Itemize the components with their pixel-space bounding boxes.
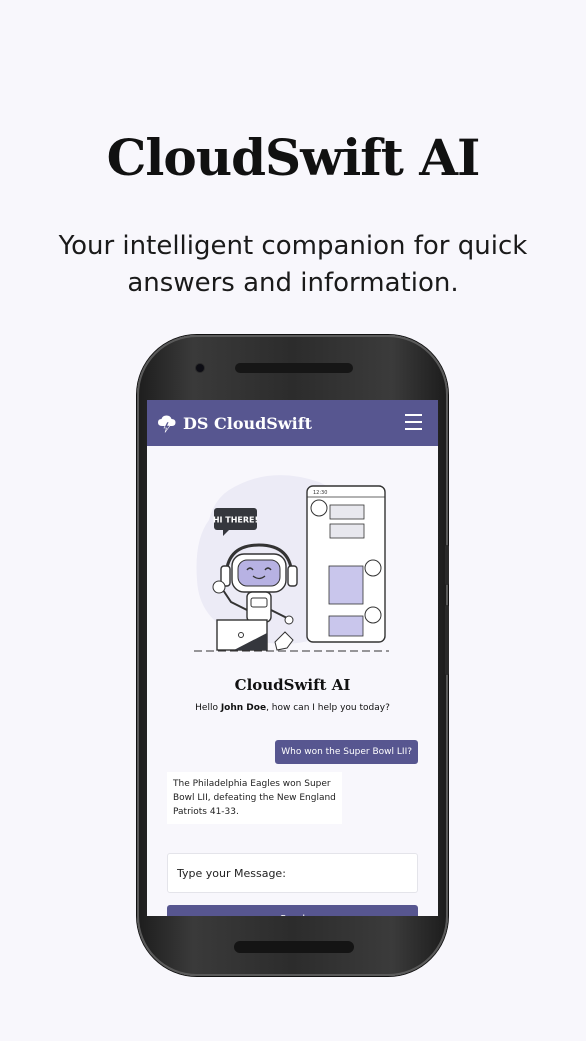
robot-illustration: 12:30 HI THERE! xyxy=(194,475,389,652)
hero-subtitle: Your intelligent companion for quick ans… xyxy=(58,231,528,298)
user-name: John Doe xyxy=(220,703,267,713)
hero-title: CloudSwift AI xyxy=(106,128,481,187)
greeting-text: Hello John Doe, how can I help you today… xyxy=(147,703,438,713)
chat-title: CloudSwift AI xyxy=(234,676,351,694)
greeting-suffix: , how can I help you today? xyxy=(266,703,390,713)
volume-button xyxy=(445,605,449,675)
app-brand-name[interactable]: DS CloudSwift xyxy=(183,414,312,433)
greeting-prefix: Hello xyxy=(195,703,221,713)
message-input[interactable] xyxy=(167,853,418,893)
speaker-grille xyxy=(235,363,353,373)
cloud-lightning-icon xyxy=(157,413,177,433)
power-button xyxy=(445,545,449,585)
bot-message: The Philadelphia Eagles won Super Bowl L… xyxy=(167,772,342,824)
hamburger-menu-icon[interactable] xyxy=(405,414,422,430)
phone-time: 12:30 xyxy=(313,490,327,496)
phone-screen: DS CloudSwift 12:30 HI THERE! CloudSwift… xyxy=(147,400,438,916)
hi-there-bubble: HI THERE! xyxy=(213,516,258,525)
app-header: DS CloudSwift xyxy=(147,400,438,446)
camera-icon xyxy=(196,364,204,372)
send-button[interactable]: Send xyxy=(167,905,418,916)
bottom-speaker xyxy=(234,941,354,953)
user-message: Who won the Super Bowl LII? xyxy=(275,740,418,764)
